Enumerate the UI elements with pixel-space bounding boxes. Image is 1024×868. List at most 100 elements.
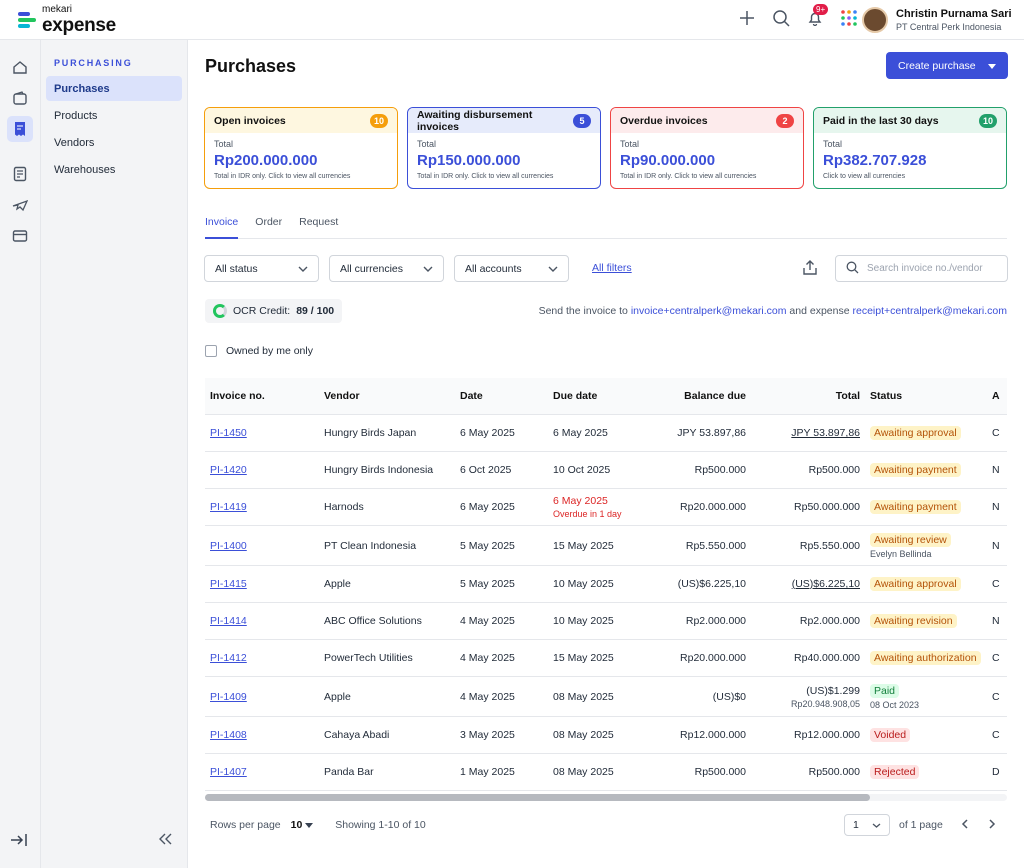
page-value: 1 [853, 819, 859, 831]
invoice-email-link[interactable]: invoice+centralperk@mekari.com [631, 305, 787, 317]
table-row[interactable]: PI-1407 Panda Bar 1 May 2025 08 May 2025 Rp5… [205, 754, 1007, 791]
purchasing-icon[interactable] [7, 116, 33, 142]
table-row[interactable]: PI-1412 PowerTech Utilities 4 May 2025 15 M… [205, 640, 1007, 677]
extra-cell: C [992, 427, 1000, 439]
col-date[interactable]: Date [455, 390, 548, 402]
status-filter[interactable]: All status [204, 255, 319, 282]
date-cell: 6 Oct 2025 [460, 464, 512, 476]
next-page-icon[interactable] [988, 818, 996, 832]
sidebar-item-products[interactable]: Products [46, 103, 182, 128]
report-icon[interactable] [7, 161, 33, 187]
apps-grid-icon[interactable] [839, 8, 859, 28]
collapse-sidebar-icon[interactable] [159, 832, 173, 848]
balance-cell: Rp20.000.000 [680, 501, 746, 513]
due-date-value: 15 May 2025 [553, 652, 614, 664]
due-date-value: 15 May 2025 [553, 539, 614, 552]
table-row[interactable]: PI-1409 Apple 4 May 2025 08 May 2025 (US)$0(… [205, 677, 1007, 717]
status-cell: Rejected [860, 765, 992, 779]
col-vendor[interactable]: Vendor [319, 390, 455, 402]
status-badge: Paid [870, 683, 900, 698]
checkbox[interactable] [205, 345, 217, 357]
col-extra[interactable]: A [992, 390, 1007, 402]
invoice-link[interactable]: PI-1420 [210, 464, 247, 476]
sidebar-item-purchases[interactable]: Purchases [46, 76, 182, 101]
tab-request[interactable]: Request [299, 212, 338, 238]
table-body: PI-1450 Hungry Birds Japan 6 May 2025 6 May… [205, 415, 1007, 791]
account-filter-value: All accounts [465, 262, 522, 275]
home-icon[interactable] [7, 54, 33, 80]
vendor-cell: PT Clean Indonesia [324, 539, 417, 552]
extra-cell: N [992, 464, 1000, 476]
date-cell: 5 May 2025 [460, 578, 515, 590]
invoice-link[interactable]: PI-1400 [210, 540, 247, 552]
due-date-cell: 10 May 2025 [548, 578, 643, 590]
previous-page-icon[interactable] [961, 818, 969, 832]
logo-mark-icon [18, 11, 36, 28]
invoice-link[interactable]: PI-1407 [210, 766, 247, 778]
plus-icon[interactable] [737, 8, 757, 28]
awaiting-disbursement-card[interactable]: Awaiting disbursement invoices 5 Total R… [407, 107, 601, 189]
invoice-link[interactable]: PI-1409 [210, 691, 247, 703]
table-row[interactable]: PI-1415 Apple 5 May 2025 10 May 2025 (US)$6.… [205, 566, 1007, 603]
table-header: Invoice no. Vendor Date Due date Balance… [205, 378, 1007, 415]
page-select[interactable]: 1 [844, 814, 890, 836]
wallet-icon[interactable] [7, 85, 33, 111]
total-value: Rp2.000.000 [799, 615, 860, 627]
balance-cell: Rp5.550.000 [685, 539, 746, 552]
tab-order[interactable]: Order [255, 212, 282, 238]
invoice-link[interactable]: PI-1419 [210, 501, 247, 513]
owned-by-me-toggle[interactable]: Owned by me only [205, 345, 313, 357]
col-total[interactable]: Total [746, 390, 860, 402]
invoice-link[interactable]: PI-1415 [210, 578, 247, 590]
invoice-link[interactable]: PI-1414 [210, 615, 247, 627]
scrollbar-thumb[interactable] [205, 794, 870, 801]
table-row[interactable]: PI-1414 ABC Office Solutions 4 May 2025 10 … [205, 603, 1007, 640]
chevron-down-icon [548, 263, 558, 275]
table-row[interactable]: PI-1419 Harnods 6 May 2025 6 May 2025 Overdu… [205, 489, 1007, 526]
col-due-date[interactable]: Due date [548, 390, 643, 402]
status-badge: Awaiting review [870, 532, 951, 547]
bell-icon[interactable]: 9+ [805, 4, 829, 28]
all-filters-link[interactable]: All filters [592, 262, 632, 274]
paid-last-30-days-card[interactable]: Paid in the last 30 days 10 Total Rp382.… [813, 107, 1007, 189]
status-sub: 08 Oct 2023 [870, 699, 920, 710]
balance-cell: Rp2.000.000 [685, 615, 746, 627]
col-invoice[interactable]: Invoice no. [205, 390, 319, 402]
invoice-link[interactable]: PI-1408 [210, 729, 247, 741]
horizontal-scrollbar[interactable] [205, 794, 1007, 801]
search-icon[interactable] [771, 8, 791, 28]
create-purchase-button[interactable]: Create purchase [886, 52, 1008, 79]
search-input[interactable]: Search invoice no./vendor [835, 255, 1008, 282]
user-menu[interactable]: Christin Purnama Sari PT Central Perk In… [862, 7, 1012, 33]
table-row[interactable]: PI-1408 Cahaya Abadi 3 May 2025 08 May 2025… [205, 717, 1007, 754]
card-icon[interactable] [7, 223, 33, 249]
plane-icon[interactable] [7, 192, 33, 218]
expand-sidebar-icon[interactable] [10, 833, 28, 850]
status-filter-value: All status [215, 262, 258, 275]
total-cell: Rp40.000.000 [746, 652, 860, 664]
table-row[interactable]: PI-1420 Hungry Birds Indonesia 6 Oct 2025 1… [205, 452, 1007, 489]
col-balance-due[interactable]: Balance due [643, 390, 746, 402]
table-row[interactable]: PI-1450 Hungry Birds Japan 6 May 2025 6 May… [205, 415, 1007, 452]
account-filter[interactable]: All accounts [454, 255, 569, 282]
open-invoices-card[interactable]: Open invoices 10 Total Rp200.000.000 Tot… [204, 107, 398, 189]
tab-invoice[interactable]: Invoice [205, 212, 239, 239]
invoice-link[interactable]: PI-1450 [210, 427, 247, 439]
vendor-cell: Cahaya Abadi [324, 729, 390, 741]
sidebar-item-vendors[interactable]: Vendors [46, 130, 182, 155]
sidebar-item-warehouses[interactable]: Warehouses [46, 157, 182, 182]
tabs: Invoice Order Request [205, 212, 1007, 239]
status-cell: Paid 08 Oct 2023 [860, 683, 992, 710]
receipt-email-link[interactable]: receipt+centralperk@mekari.com [852, 305, 1007, 317]
rows-per-page-select[interactable]: 10 [291, 819, 314, 831]
app-logo[interactable]: mekari expense [18, 4, 116, 35]
overdue-invoices-card[interactable]: Overdue invoices 2 Total Rp90.000.000 To… [610, 107, 804, 189]
export-icon[interactable] [801, 259, 819, 280]
invoice-link[interactable]: PI-1412 [210, 652, 247, 664]
currency-filter[interactable]: All currencies [329, 255, 444, 282]
due-date-value: 08 May 2025 [553, 690, 614, 703]
caret-down-icon [988, 60, 996, 72]
col-status[interactable]: Status [860, 390, 992, 402]
table-row[interactable]: PI-1400 PT Clean Indonesia 5 May 2025 15 Ma… [205, 526, 1007, 566]
send-prefix: Send the invoice to [538, 305, 628, 317]
